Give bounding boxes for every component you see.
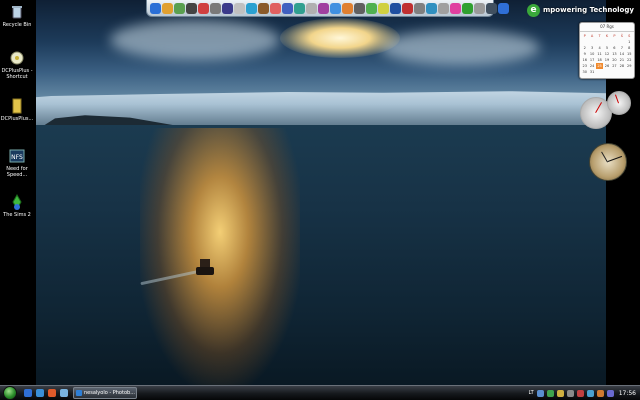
recycle-bin-icon (9, 4, 25, 20)
dock-app-icon[interactable] (318, 2, 329, 14)
calendar-grid: P A T K P Š S 1 2 3 4 5 6 7 8 9 10 11 12 13 14 15 16 17 18 19 20 21… (580, 32, 634, 76)
calendar-day[interactable]: 31 (588, 69, 595, 75)
folder-icon (9, 98, 25, 114)
dock-app-icon[interactable] (438, 2, 449, 14)
clock-gadget[interactable] (589, 143, 627, 181)
desktop-icon-recycle-bin[interactable]: Recycle Bin (0, 4, 34, 28)
dock-app-icon[interactable] (486, 2, 497, 14)
dock-app-icon[interactable] (402, 2, 413, 14)
svg-text:NFS: NFS (11, 154, 23, 161)
switch-windows-icon[interactable] (60, 389, 68, 397)
desktop-icon-label: Need for Speed... (6, 166, 28, 178)
dock-app-icon[interactable] (294, 2, 305, 14)
dock-app-icon[interactable] (210, 2, 221, 14)
desktop-icon-label: Recycle Bin (2, 22, 32, 28)
nfs-game-icon: NFS (9, 148, 25, 164)
shield-icon[interactable] (546, 389, 554, 397)
system-tray: LT 17:56 (529, 387, 640, 399)
internet-explorer-icon[interactable] (36, 389, 44, 397)
desktop-icon-label: DCPlusPlus - Shortcut (1, 68, 33, 80)
show-desktop-icon[interactable] (24, 389, 32, 397)
tray-app-icon[interactable] (566, 389, 574, 397)
dock-app-icon[interactable] (450, 2, 461, 14)
wallpaper-sea (0, 125, 640, 400)
dock-app-icon[interactable] (270, 2, 281, 14)
sims2-icon (9, 193, 25, 211)
tray-app-icon[interactable] (586, 389, 594, 397)
desktop-icon-dcplusplus-folder[interactable]: DCPlusPlus... (0, 98, 34, 122)
dock-app-icon[interactable] (342, 2, 353, 14)
desktop-icon-need-for-speed[interactable]: NFS Need for Speed... (0, 148, 34, 178)
wallpaper-sun (280, 18, 400, 58)
dock-app-icon[interactable] (162, 2, 173, 14)
dock-app-icon[interactable] (354, 2, 365, 14)
calendar-day[interactable]: 29 (626, 63, 633, 69)
empowering-logo-icon: e (527, 3, 540, 17)
calendar-day[interactable]: 30 (581, 69, 588, 75)
dock-app-icon[interactable] (222, 2, 233, 14)
dock-app-icon[interactable] (306, 2, 317, 14)
taskbar-button-label: nesalyolo - Photob... (84, 390, 135, 396)
taskbar-button-photobucket[interactable]: nesalyolo - Photob... (73, 387, 137, 399)
desktop-icon-sims2[interactable]: The Sims 2 (0, 193, 34, 218)
dock-app-icon[interactable] (234, 2, 245, 14)
wallpaper-boat (196, 257, 214, 279)
tray-app-icon[interactable] (556, 389, 564, 397)
dock-app-icon[interactable] (498, 2, 509, 14)
language-indicator[interactable]: LT (529, 390, 534, 396)
calendar-day (596, 69, 603, 75)
app-launcher-dock (146, 0, 509, 17)
start-button[interactable] (3, 386, 17, 400)
calendar-header: 07 Rgs (580, 23, 634, 32)
dock-app-icon[interactable] (366, 2, 377, 14)
browser-window-icon (76, 390, 82, 396)
dock-app-icon[interactable] (378, 2, 389, 14)
memory-meter-gadget[interactable] (607, 91, 631, 115)
dock-app-icon[interactable] (330, 2, 341, 14)
calendar-gadget[interactable]: 07 Rgs P A T K P Š S 1 2 3 4 5 6 7 8 9 10 11 12 13 14 15 16 17 1… (579, 22, 635, 79)
calendar-day (611, 69, 618, 75)
network-icon[interactable] (536, 389, 544, 397)
dock-app-icon[interactable] (426, 2, 437, 14)
dock-app-icon[interactable] (414, 2, 425, 14)
desktop-icon-label: DCPlusPlus... (0, 116, 34, 122)
wallpaper-cloud (110, 20, 280, 60)
wallpaper-cloud (380, 30, 540, 65)
dock-app-icon[interactable] (462, 2, 473, 14)
dock-app-icon[interactable] (198, 2, 209, 14)
calendar-day (618, 69, 625, 75)
tray-app-icon[interactable] (576, 389, 584, 397)
desktop-wallpaper (0, 0, 640, 400)
dcplusplus-shortcut-icon (9, 50, 25, 66)
dock-app-icon[interactable] (390, 2, 401, 14)
dock-app-icon[interactable] (174, 2, 185, 14)
desktop-icon-label: The Sims 2 (3, 212, 31, 218)
wallpaper-sun-reflection (140, 128, 300, 388)
branding-badge: e mpowering Technology (527, 3, 634, 17)
dock-app-icon[interactable] (150, 2, 161, 14)
branding-text: mpowering Technology (543, 6, 634, 14)
clock-time[interactable]: 17:56 (619, 390, 636, 397)
calendar-day (603, 69, 610, 75)
volume-icon[interactable] (606, 389, 614, 397)
dock-app-icon[interactable] (186, 2, 197, 14)
taskbar: nesalyolo - Photob... LT 17:56 (0, 385, 640, 400)
dock-app-icon[interactable] (282, 2, 293, 14)
dock-app-icon[interactable] (474, 2, 485, 14)
media-player-icon[interactable] (48, 389, 56, 397)
tray-app-icon[interactable] (596, 389, 604, 397)
dock-app-icon[interactable] (246, 2, 257, 14)
dock-app-icon[interactable] (258, 2, 269, 14)
desktop-icon-dcplusplus-shortcut[interactable]: DCPlusPlus - Shortcut (0, 50, 34, 80)
